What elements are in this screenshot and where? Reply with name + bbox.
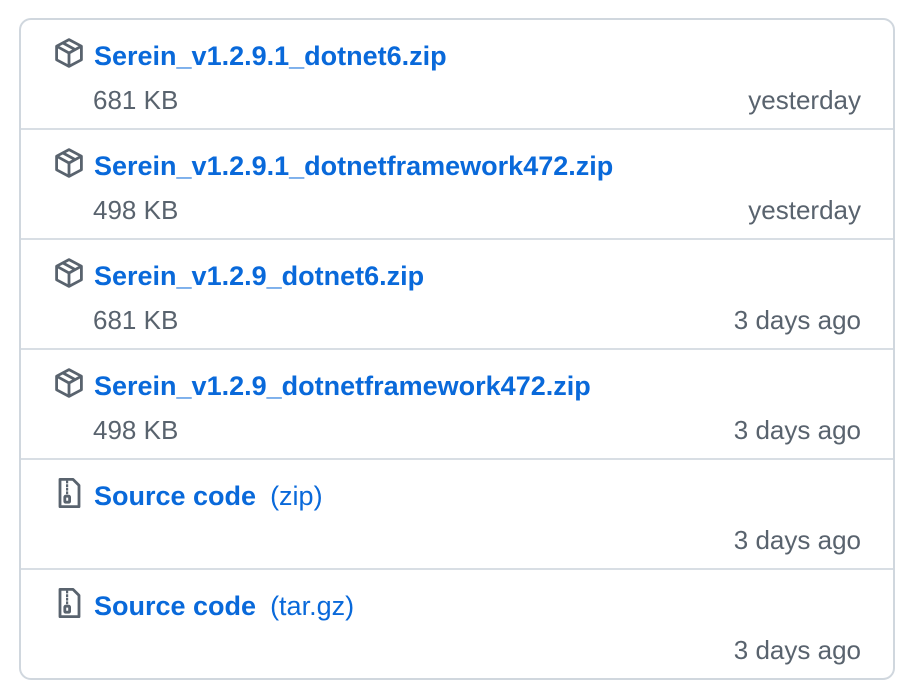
asset-download-link[interactable]: Serein_v1.2.9.1_dotnet6.zip (94, 39, 447, 73)
asset-size: 498 KB (93, 195, 179, 225)
asset-row: Serein_v1.2.9.1_dotnet6.zip 681 KB yeste… (21, 20, 893, 130)
file-zip-icon (53, 587, 85, 619)
asset-name: Source code (94, 591, 257, 621)
asset-row: Source code (tar.gz) 3 days ago (21, 570, 893, 678)
asset-name: Serein_v1.2.9.1_dotnet6.zip (94, 41, 447, 71)
asset-row: Serein_v1.2.9_dotnetframework472.zip 498… (21, 350, 893, 460)
asset-size: 681 KB (93, 85, 179, 115)
asset-updated-time: 3 days ago (733, 415, 861, 445)
source-code-zip-link[interactable]: Source code (zip) (94, 479, 323, 513)
asset-download-link[interactable]: Serein_v1.2.9_dotnet6.zip (94, 259, 424, 293)
asset-name: Serein_v1.2.9_dotnet6.zip (94, 261, 425, 291)
asset-format-label: (zip) (270, 481, 323, 511)
asset-size: 498 KB (93, 415, 179, 445)
asset-row: Serein_v1.2.9_dotnet6.zip 681 KB 3 days … (21, 240, 893, 350)
asset-name: Serein_v1.2.9_dotnetframework472.zip (94, 371, 591, 401)
asset-updated-time: yesterday (748, 85, 861, 115)
asset-name: Serein_v1.2.9.1_dotnetframework472.zip (94, 151, 614, 181)
asset-updated-time: 3 days ago (733, 305, 861, 335)
asset-download-link[interactable]: Serein_v1.2.9.1_dotnetframework472.zip (94, 149, 613, 183)
asset-updated-time: 3 days ago (733, 635, 861, 665)
asset-size: 681 KB (93, 305, 179, 335)
package-icon (53, 147, 85, 179)
release-assets-list: Serein_v1.2.9.1_dotnet6.zip 681 KB yeste… (19, 18, 895, 680)
package-icon (53, 257, 85, 289)
asset-download-link[interactable]: Serein_v1.2.9_dotnetframework472.zip (94, 369, 591, 403)
package-icon (53, 37, 85, 69)
asset-format-label: (tar.gz) (270, 591, 355, 621)
asset-updated-time: yesterday (748, 195, 861, 225)
asset-row: Serein_v1.2.9.1_dotnetframework472.zip 4… (21, 130, 893, 240)
asset-updated-time: 3 days ago (733, 525, 861, 555)
package-icon (53, 367, 85, 399)
asset-row: Source code (zip) 3 days ago (21, 460, 893, 570)
source-code-targz-link[interactable]: Source code (tar.gz) (94, 589, 354, 623)
file-zip-icon (53, 477, 85, 509)
asset-name: Source code (94, 481, 257, 511)
